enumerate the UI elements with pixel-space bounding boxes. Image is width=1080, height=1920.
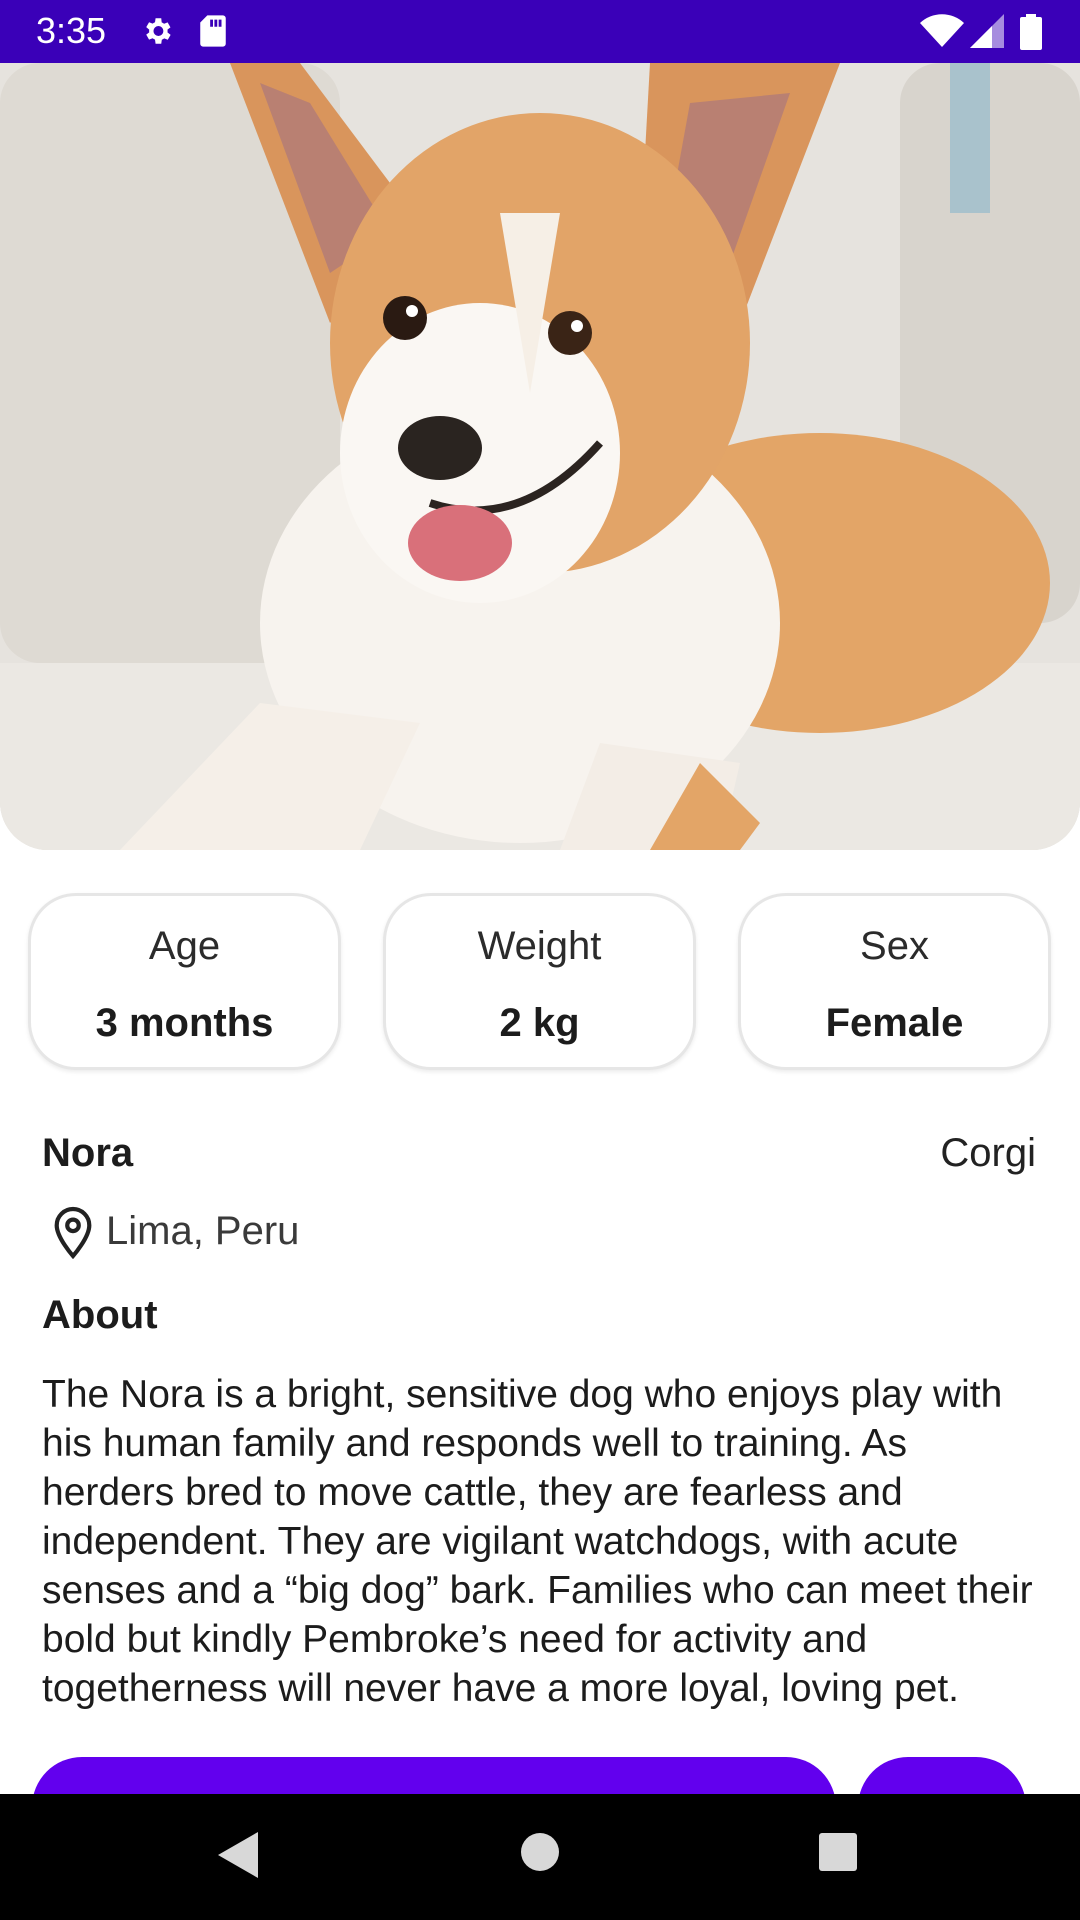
stat-card-age: Age 3 months bbox=[28, 893, 341, 1070]
recents-icon[interactable] bbox=[818, 1832, 858, 1872]
gear-icon bbox=[146, 18, 171, 44]
sd-card-icon bbox=[200, 15, 226, 47]
pet-breed: Corgi bbox=[940, 1131, 1036, 1175]
about-title: About bbox=[42, 1293, 158, 1337]
back-icon[interactable] bbox=[218, 1832, 258, 1878]
stat-value: Female bbox=[825, 1001, 964, 1045]
stat-value: 3 months bbox=[95, 1001, 274, 1045]
navigation-bar bbox=[0, 1794, 1080, 1920]
pet-name: Nora bbox=[42, 1131, 134, 1175]
home-icon[interactable] bbox=[520, 1832, 560, 1872]
signal-icon bbox=[970, 14, 1004, 48]
pet-photo bbox=[0, 63, 1080, 850]
battery-icon bbox=[1020, 14, 1042, 50]
stat-label: Weight bbox=[477, 924, 602, 968]
stat-label: Age bbox=[148, 924, 221, 968]
status-time: 3:35 bbox=[36, 10, 107, 51]
wifi-icon bbox=[920, 14, 964, 48]
stat-value: 2 kg bbox=[499, 1001, 580, 1045]
stat-label: Sex bbox=[860, 924, 929, 968]
about-text: The Nora is a bright, sensitive dog who … bbox=[42, 1373, 1033, 1710]
stat-card-sex: Sex Female bbox=[738, 893, 1051, 1070]
stat-card-weight: Weight 2 kg bbox=[383, 893, 696, 1070]
location-pin-icon bbox=[54, 1206, 92, 1260]
status-bar: 3:35 bbox=[0, 0, 1080, 63]
pet-location: Lima, Peru bbox=[106, 1209, 300, 1253]
